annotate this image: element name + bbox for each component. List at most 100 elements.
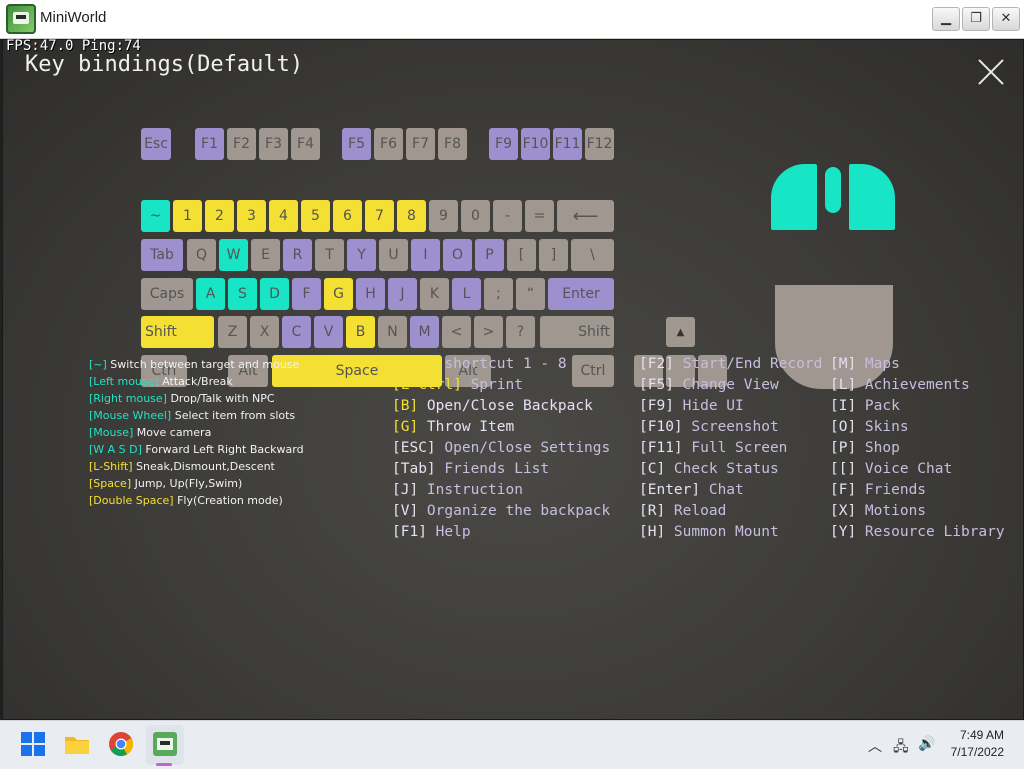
key-0: 0 <box>461 200 490 232</box>
key-j: J <box>388 278 417 310</box>
network-icon[interactable]: 🖧 <box>893 736 909 760</box>
key-l: L <box>452 278 481 310</box>
binding-row: [H] Summon Mount <box>639 524 779 540</box>
key-e: E <box>251 239 280 271</box>
key-8: 8 <box>397 200 426 232</box>
key-n: N <box>378 316 407 348</box>
key-p: P <box>475 239 504 271</box>
key-h: H <box>356 278 385 310</box>
key-minus: - <box>493 200 522 232</box>
key-5: 5 <box>301 200 330 232</box>
key-f8: F8 <box>438 128 467 160</box>
key-f1: F1 <box>195 128 224 160</box>
binding-row: [W A S D] Forward Left Right Backward <box>89 443 304 456</box>
key-backslash: \ <box>571 239 614 271</box>
miniworld-app-icon <box>6 4 36 34</box>
binding-row: [R] Reload <box>639 503 727 519</box>
key-f10: F10 <box>521 128 550 160</box>
clock-time: 7:49 AM <box>959 728 1004 742</box>
key-quote: “ <box>516 278 545 310</box>
key-question: ? <box>506 316 535 348</box>
chevron-up-icon[interactable]: ︿ <box>868 736 882 756</box>
key-enter: Enter <box>548 278 614 310</box>
key-caps: Caps <box>141 278 193 310</box>
window-title: MiniWorld <box>40 9 107 26</box>
key-f2: F2 <box>227 128 256 160</box>
miniworld-icon[interactable] <box>151 730 179 758</box>
key-2: 2 <box>205 200 234 232</box>
key-shift-right: Shift <box>540 316 614 348</box>
binding-row: [G] Throw Item <box>392 419 515 435</box>
key-3: 3 <box>237 200 266 232</box>
window-titlebar: MiniWorld ▁ ❐ ✕ <box>0 0 1024 39</box>
volume-icon[interactable]: 🔊 <box>918 736 935 752</box>
game-viewport: FPS:47.0 Ping:74 Key bindings(Default) E… <box>2 38 1024 720</box>
binding-row: [O] Skins <box>830 419 909 435</box>
key-7: 7 <box>365 200 394 232</box>
key-less-than: < <box>442 316 471 348</box>
key-tab: Tab <box>141 239 183 271</box>
restore-button[interactable]: ❐ <box>962 7 990 31</box>
key-y: Y <box>347 239 376 271</box>
bindings-column-1: [1~8] shortcut 1 - 8 [L-Ctrl] Sprint [B]… <box>392 354 610 543</box>
key-d: D <box>260 278 289 310</box>
key-w: W <box>219 239 248 271</box>
key-f: F <box>292 278 321 310</box>
key-f12: F12 <box>585 128 614 160</box>
key-f5: F5 <box>342 128 371 160</box>
key-f3: F3 <box>259 128 288 160</box>
key-f11: F11 <box>553 128 582 160</box>
key-x: X <box>250 316 279 348</box>
binding-row: [1~8] shortcut 1 - 8 <box>392 356 567 372</box>
mouse-left-button-icon <box>771 164 817 230</box>
key-s: S <box>228 278 257 310</box>
binding-row: [L-Shift] Sneak,Dismount,Descent <box>89 460 275 473</box>
key-b: B <box>346 316 375 348</box>
binding-row: [Enter] Chat <box>639 482 744 498</box>
file-explorer-icon[interactable] <box>63 730 91 758</box>
key-tilde: ~ <box>141 200 170 232</box>
binding-row: [Tab] Friends List <box>392 461 550 477</box>
active-app-indicator <box>156 763 172 766</box>
binding-row: [F1] Help <box>392 524 471 540</box>
bindings-column-2: [F2] Start/End Record [F5] Change View [… <box>639 354 822 543</box>
chrome-icon[interactable] <box>107 730 135 758</box>
binding-row: [~] Switch between target and mouse <box>89 358 300 371</box>
clock-date: 7/17/2022 <box>950 745 1004 759</box>
key-semicolon: ; <box>484 278 513 310</box>
close-window-button[interactable]: ✕ <box>992 7 1020 31</box>
binding-row: [[] Voice Chat <box>830 461 953 477</box>
key-esc: Esc <box>141 128 171 160</box>
key-shift-left: Shift <box>141 316 214 348</box>
mouse-wheel-icon <box>825 167 841 213</box>
binding-row: [F5] Change View <box>639 377 779 393</box>
taskbar: ︿ 🖧 🔊 7:49 AM 7/17/2022 <box>0 720 1024 769</box>
binding-row: [F10] Screenshot <box>639 419 779 435</box>
binding-row: [F11] Full Screen <box>639 440 788 456</box>
key-1: 1 <box>173 200 202 232</box>
key-q: Q <box>187 239 216 271</box>
mouse-right-button-icon <box>849 164 895 230</box>
arrow-up-key: ▲ <box>666 317 695 347</box>
minimize-button[interactable]: ▁ <box>932 7 960 31</box>
binding-row: [M] Maps <box>830 356 900 372</box>
key-greater-than: > <box>474 316 503 348</box>
binding-row: [B] Open/Close Backpack <box>392 398 593 414</box>
taskbar-clock[interactable]: 7:49 AM 7/17/2022 <box>951 727 1004 761</box>
windows-start-icon[interactable] <box>19 730 47 758</box>
bindings-column-3: [M] Maps [L] Achievements [I] Pack [O] S… <box>830 354 1005 543</box>
key-k: K <box>420 278 449 310</box>
key-z: Z <box>218 316 247 348</box>
key-f7: F7 <box>406 128 435 160</box>
key-r: R <box>283 239 312 271</box>
binding-row: [F9] Hide UI <box>639 398 744 414</box>
binding-row: [I] Pack <box>830 398 900 414</box>
key-f9: F9 <box>489 128 518 160</box>
key-f4: F4 <box>291 128 320 160</box>
close-icon[interactable] <box>977 58 1005 86</box>
key-f6: F6 <box>374 128 403 160</box>
key-i: I <box>411 239 440 271</box>
binding-row: [ESC] Open/Close Settings <box>392 440 611 456</box>
key-u: U <box>379 239 408 271</box>
key-9: 9 <box>429 200 458 232</box>
